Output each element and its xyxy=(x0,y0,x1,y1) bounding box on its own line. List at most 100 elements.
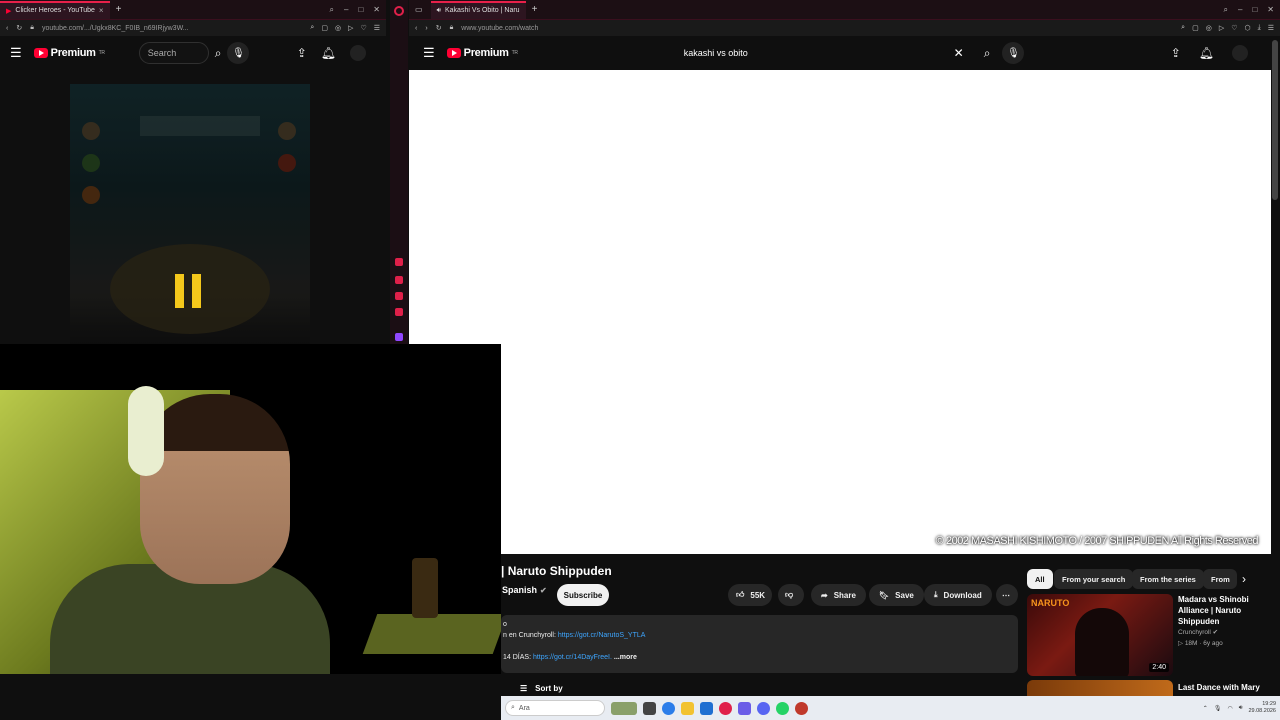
sidebar-app-icon[interactable] xyxy=(395,308,403,316)
whatsapp-icon[interactable] xyxy=(776,701,789,715)
reload-icon[interactable]: ↻ xyxy=(16,24,22,32)
microphone-icon[interactable]: 🎙︎ xyxy=(1002,42,1025,64)
chip-scroll-right-icon[interactable]: › xyxy=(1242,572,1246,586)
download-button[interactable]: ⤓ Download xyxy=(924,584,992,606)
maximize-icon[interactable]: □ xyxy=(1252,5,1257,15)
upload-icon[interactable]: ⇪ xyxy=(297,46,307,60)
teams-icon[interactable] xyxy=(738,701,751,715)
youtube-premium-logo[interactable]: Premium TR xyxy=(446,47,518,59)
chip-from-search[interactable]: From your search xyxy=(1054,569,1134,589)
heart-icon[interactable]: ♡ xyxy=(1231,24,1237,32)
microphone-icon[interactable]: 🎙︎ xyxy=(1214,705,1222,712)
maximize-icon[interactable]: □ xyxy=(358,5,363,15)
avatar[interactable] xyxy=(350,45,366,61)
file-explorer-icon[interactable] xyxy=(681,701,694,715)
recommended-title[interactable]: Madara vs Shinobi Alliance | Naruto Ship… xyxy=(1178,594,1268,627)
tab-list-icon[interactable]: ▭ xyxy=(415,5,423,14)
recommended-thumbnail[interactable]: NARUTO 2:40 xyxy=(1027,594,1173,676)
menu-icon[interactable]: ☰ xyxy=(1268,24,1274,32)
comments-sort[interactable]: ☰ Sort by xyxy=(520,684,563,693)
search-tabs-icon[interactable]: ⌕ xyxy=(330,5,334,15)
volume-icon[interactable]: 🔊︎ xyxy=(1239,705,1243,712)
chip-from-partial[interactable]: From xyxy=(1203,569,1237,589)
store-icon[interactable] xyxy=(700,701,713,715)
download-icon[interactable]: ⤓ xyxy=(1258,24,1261,32)
twitch-icon[interactable] xyxy=(395,333,403,341)
left-search-input[interactable]: Search xyxy=(138,42,209,64)
search-icon[interactable]: ⌕ xyxy=(215,46,222,61)
pause-icon[interactable] xyxy=(192,274,201,308)
free-trial-link[interactable]: https://got.cr/14DayFreeI. xyxy=(533,654,612,661)
close-window-icon[interactable]: ✕ xyxy=(1267,5,1274,15)
close-tab-icon[interactable]: × xyxy=(99,6,104,15)
save-button[interactable]: 🔖︎ Save xyxy=(869,584,924,606)
new-tab-icon[interactable]: + xyxy=(532,4,538,15)
close-window-icon[interactable]: ✕ xyxy=(373,5,380,15)
dislike-button[interactable]: 👎︎ xyxy=(778,584,804,606)
sidebar-app-icon[interactable] xyxy=(395,276,403,284)
more-actions-button[interactable]: ⋯ xyxy=(996,584,1018,606)
minimize-icon[interactable]: – xyxy=(1238,5,1242,15)
search-tabs-icon[interactable]: ⌕ xyxy=(1224,5,1228,15)
search-icon[interactable]: ⌕ xyxy=(984,46,991,61)
chip-from-series[interactable]: From the series xyxy=(1132,569,1204,589)
extensions-icon[interactable]: ⬡ xyxy=(1244,24,1250,32)
subscribe-button[interactable]: Subscribe xyxy=(557,584,609,606)
recommended-thumbnail[interactable] xyxy=(1027,680,1173,696)
save-page-icon[interactable]: ▢ xyxy=(321,24,328,32)
avatar[interactable] xyxy=(1232,45,1248,61)
video-player[interactable] xyxy=(409,70,1271,554)
right-tab[interactable]: 🔊︎ Kakashi Vs Obito | Naru xyxy=(430,0,526,19)
wifi-icon[interactable]: ◠ xyxy=(1227,705,1232,712)
menu-icon[interactable]: ☰ xyxy=(374,24,380,32)
chevron-up-icon[interactable]: ⌃ xyxy=(1203,705,1208,712)
taskbar-clock[interactable]: 19:29 29.08.2026 xyxy=(1248,701,1276,715)
back-icon[interactable]: ‹ xyxy=(6,25,8,32)
player-icon[interactable]: ▷ xyxy=(348,24,353,32)
reload-icon[interactable]: ↻ xyxy=(436,24,442,32)
camera-icon[interactable]: ◎ xyxy=(335,24,341,32)
taskbar-widget-icon[interactable] xyxy=(611,701,637,715)
hamburger-menu-icon[interactable]: ☰ xyxy=(10,45,22,61)
task-view-icon[interactable] xyxy=(643,701,656,715)
pause-icon[interactable] xyxy=(175,274,184,308)
sidebar-app-icon[interactable] xyxy=(395,258,403,266)
save-page-icon[interactable]: ▢ xyxy=(1192,24,1199,32)
new-tab-icon[interactable]: + xyxy=(116,4,122,15)
zoom-icon[interactable]: ⌕ xyxy=(310,24,314,32)
show-more-button[interactable]: ...more xyxy=(614,654,637,661)
taskbar-search[interactable]: ⌕ Ara xyxy=(505,700,605,716)
left-tab[interactable]: ▶ Clicker Heroes - YouTube × xyxy=(0,0,110,19)
obs-icon[interactable] xyxy=(795,701,808,715)
recommended-title[interactable]: Last Dance with Mary xyxy=(1178,682,1268,693)
player-icon[interactable]: ▷ xyxy=(1219,24,1224,32)
edge-icon[interactable] xyxy=(662,701,675,715)
crunchyroll-link[interactable]: https://got.cr/NarutoS_YTLA xyxy=(558,632,646,639)
channel-name[interactable]: Spanish ✔ xyxy=(502,585,547,595)
notifications-bell-icon[interactable]: 🔔︎ xyxy=(321,46,336,60)
heart-icon[interactable]: ♡ xyxy=(360,24,366,32)
page-scrollbar[interactable] xyxy=(1272,40,1278,200)
minimize-icon[interactable]: – xyxy=(344,5,348,15)
upload-icon[interactable]: ⇪ xyxy=(1171,46,1181,60)
left-url-field[interactable]: youtube.com/.../Ugkx8KC_F0IB_n69IRjyw3W.… xyxy=(42,25,189,32)
video-description[interactable]: o n en Crunchyroll: https://got.cr/Narut… xyxy=(501,615,1018,673)
right-search-input[interactable]: kakashi vs obito ✕ xyxy=(676,42,972,64)
notifications-bell-icon[interactable]: 🔔︎ xyxy=(1199,46,1214,60)
youtube-premium-logo[interactable]: Premium TR xyxy=(33,47,105,59)
forward-icon[interactable]: › xyxy=(425,25,427,32)
share-button[interactable]: ➦ Share xyxy=(811,584,866,606)
chip-all[interactable]: All xyxy=(1027,569,1053,589)
clear-search-icon[interactable]: ✕ xyxy=(954,46,964,60)
zoom-icon[interactable]: ⌕ xyxy=(1181,24,1185,32)
game-video-preview[interactable] xyxy=(70,84,310,344)
opera-logo-icon[interactable] xyxy=(394,6,404,16)
hamburger-menu-icon[interactable]: ☰ xyxy=(423,45,435,61)
camera-icon[interactable]: ◎ xyxy=(1206,24,1212,32)
like-button[interactable]: 👍︎ 55K xyxy=(728,584,772,606)
microphone-icon[interactable]: 🎙︎ xyxy=(227,42,250,64)
discord-icon[interactable] xyxy=(757,701,770,715)
sidebar-app-icon[interactable] xyxy=(395,292,403,300)
opera-icon[interactable] xyxy=(719,701,732,715)
back-icon[interactable]: ‹ xyxy=(415,25,417,32)
